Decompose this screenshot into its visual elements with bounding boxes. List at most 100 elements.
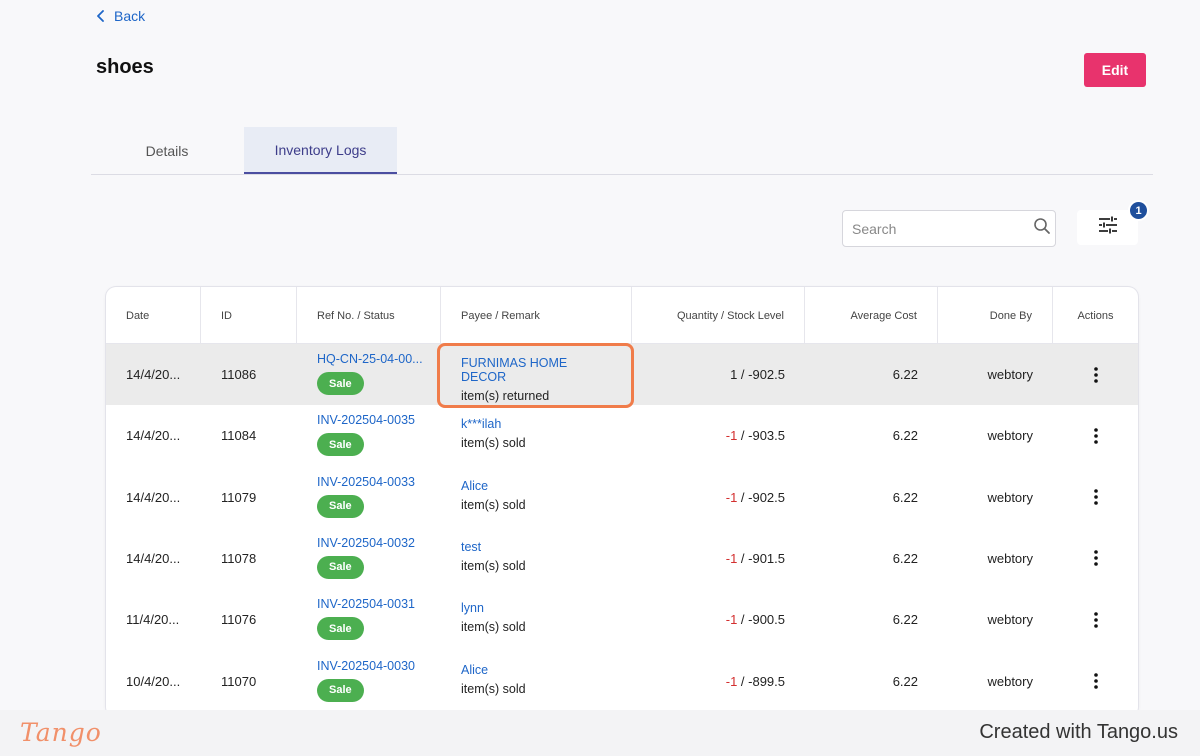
search-icon[interactable] xyxy=(1033,217,1051,240)
ref-link[interactable]: INV-202504-0035 xyxy=(317,413,415,427)
ref-link[interactable]: INV-202504-0031 xyxy=(317,597,415,611)
table-header: Date ID Ref No. / Status Payee / Remark … xyxy=(106,287,1138,344)
quantity-value: -1 xyxy=(725,612,738,628)
status-badge: Sale xyxy=(317,555,364,579)
cell-quantity-stock: -1 / -900.5 xyxy=(632,589,805,650)
cell-ref-status: INV-202504-0033 Sale xyxy=(297,467,441,528)
table-row[interactable]: 11/4/20... 11076 INV-202504-0031 Sale lynn it… xyxy=(106,589,1138,650)
more-vertical-icon[interactable] xyxy=(1086,608,1106,632)
payee-link[interactable]: k***ilah xyxy=(461,417,501,431)
cell-average-cost: 6.22 xyxy=(892,428,918,444)
cell-done-by: webtory xyxy=(987,612,1033,628)
tango-logo: Tango xyxy=(20,718,102,747)
inventory-logs-table: Date ID Ref No. / Status Payee / Remark … xyxy=(106,287,1138,717)
cell-date: 14/4/20... xyxy=(126,428,181,444)
created-with-text: Created with Tango.us xyxy=(979,721,1178,743)
cell-done-by: webtory xyxy=(987,550,1033,566)
cell-date: 10/4/20... xyxy=(126,673,181,689)
stock-level-value: / -902.5 xyxy=(737,489,785,505)
cell-average-cost: 6.22 xyxy=(892,673,918,689)
status-badge: Sale xyxy=(317,617,364,641)
search-input[interactable] xyxy=(852,220,1033,237)
header-payee-remark: Payee / Remark xyxy=(441,287,632,344)
edit-button[interactable]: Edit xyxy=(1084,53,1146,87)
quantity-value: 1 xyxy=(730,367,738,382)
cell-id: 11086 xyxy=(221,367,257,382)
header-average-cost: Average Cost xyxy=(805,287,938,344)
tab-inventory-logs[interactable]: Inventory Logs xyxy=(244,127,397,174)
cell-actions xyxy=(1053,528,1138,589)
header-ref-status: Ref No. / Status xyxy=(297,287,441,344)
status-badge: Sale xyxy=(317,372,364,395)
cell-actions xyxy=(1053,651,1138,712)
table-row[interactable]: 14/4/20... 11084 INV-202504-0035 Sale k***il… xyxy=(106,405,1138,466)
more-vertical-icon[interactable] xyxy=(1086,485,1106,509)
payee-link[interactable]: lynn xyxy=(461,601,484,615)
status-badge: Sale xyxy=(317,678,364,702)
tab-details[interactable]: Details xyxy=(91,127,243,174)
payee-link[interactable]: Alice xyxy=(461,479,488,493)
header-done-by: Done By xyxy=(938,287,1053,344)
cell-ref-status: INV-202504-0035 Sale xyxy=(297,405,441,466)
search-box[interactable] xyxy=(842,210,1056,247)
cell-average-cost: 6.22 xyxy=(892,367,918,382)
cell-actions xyxy=(1053,344,1138,405)
table-row[interactable]: 10/4/20... 11070 INV-202504-0030 Sale Alice i… xyxy=(106,651,1138,712)
cell-id: 11078 xyxy=(221,550,257,566)
cell-done-by: webtory xyxy=(987,428,1033,444)
back-link[interactable]: Back xyxy=(96,7,145,25)
ref-link[interactable]: INV-202504-0032 xyxy=(317,536,415,550)
cell-date: 14/4/20... xyxy=(126,489,181,505)
cell-average-cost: 6.22 xyxy=(892,489,918,505)
remark-text: item(s) sold xyxy=(461,497,526,512)
cell-done-by: webtory xyxy=(987,489,1033,505)
cell-quantity-stock: -1 / -902.5 xyxy=(632,467,805,528)
header-date: Date xyxy=(106,287,201,344)
ref-link[interactable]: INV-202504-0033 xyxy=(317,475,415,489)
quantity-value: -1 xyxy=(725,489,738,505)
payee-link[interactable]: test xyxy=(461,540,481,554)
header-quantity-stock: Quantity / Stock Level xyxy=(632,287,805,344)
cell-ref-status: HQ-CN-25-04-00... Sale xyxy=(297,344,441,405)
cell-payee-remark: FURNIMAS HOME DECOR item(s) returned xyxy=(441,344,632,405)
page-title: shoes xyxy=(96,56,154,78)
back-label: Back xyxy=(114,8,146,24)
cell-actions xyxy=(1053,405,1138,466)
cell-average-cost: 6.22 xyxy=(892,550,918,566)
chevron-left-icon xyxy=(96,10,106,22)
cell-payee-remark: Alice item(s) sold xyxy=(441,467,632,528)
stock-level-value: / -899.5 xyxy=(737,673,785,689)
more-vertical-icon[interactable] xyxy=(1086,546,1106,570)
cell-payee-remark: lynn item(s) sold xyxy=(441,589,632,650)
cell-payee-remark: Alice item(s) sold xyxy=(441,651,632,712)
cell-quantity-stock: 1 / -902.5 xyxy=(632,344,805,405)
cell-id: 11079 xyxy=(221,489,257,505)
remark-text: item(s) sold xyxy=(461,681,526,696)
cell-date: 14/4/20... xyxy=(126,550,181,566)
tango-footer: Tango Created with Tango.us xyxy=(0,710,1200,756)
quantity-value: -1 xyxy=(725,550,738,566)
stock-level-value: / -900.5 xyxy=(737,612,785,628)
ref-link[interactable]: HQ-CN-25-04-00... xyxy=(317,352,423,366)
payee-link[interactable]: Alice xyxy=(461,663,488,677)
app-frame: Back shoes Edit Details Inventory Logs 1… xyxy=(0,0,1200,717)
sliders-icon xyxy=(1098,216,1118,239)
remark-text: item(s) returned xyxy=(461,389,550,403)
payee-link[interactable]: FURNIMAS HOME DECOR xyxy=(461,356,612,384)
more-vertical-icon[interactable] xyxy=(1086,669,1106,693)
cell-payee-remark: k***ilah item(s) sold xyxy=(441,405,632,466)
more-vertical-icon[interactable] xyxy=(1086,424,1106,448)
cell-quantity-stock: -1 / -899.5 xyxy=(632,651,805,712)
cell-actions xyxy=(1053,467,1138,528)
cell-date: 11/4/20... xyxy=(126,612,180,628)
tab-bar: Details Inventory Logs xyxy=(91,127,1153,175)
ref-link[interactable]: INV-202504-0030 xyxy=(317,659,415,673)
table-row[interactable]: 14/4/20... 11086 HQ-CN-25-04-00... Sale FURN… xyxy=(106,344,1138,405)
more-vertical-icon[interactable] xyxy=(1086,363,1106,387)
remark-text: item(s) sold xyxy=(461,620,526,635)
stock-level-value: / -902.5 xyxy=(737,367,785,382)
cell-id: 11076 xyxy=(221,612,257,628)
table-row[interactable]: 14/4/20... 11079 INV-202504-0033 Sale Alice i… xyxy=(106,467,1138,528)
table-row[interactable]: 14/4/20... 11078 INV-202504-0032 Sale test it… xyxy=(106,528,1138,589)
status-badge: Sale xyxy=(317,494,364,518)
